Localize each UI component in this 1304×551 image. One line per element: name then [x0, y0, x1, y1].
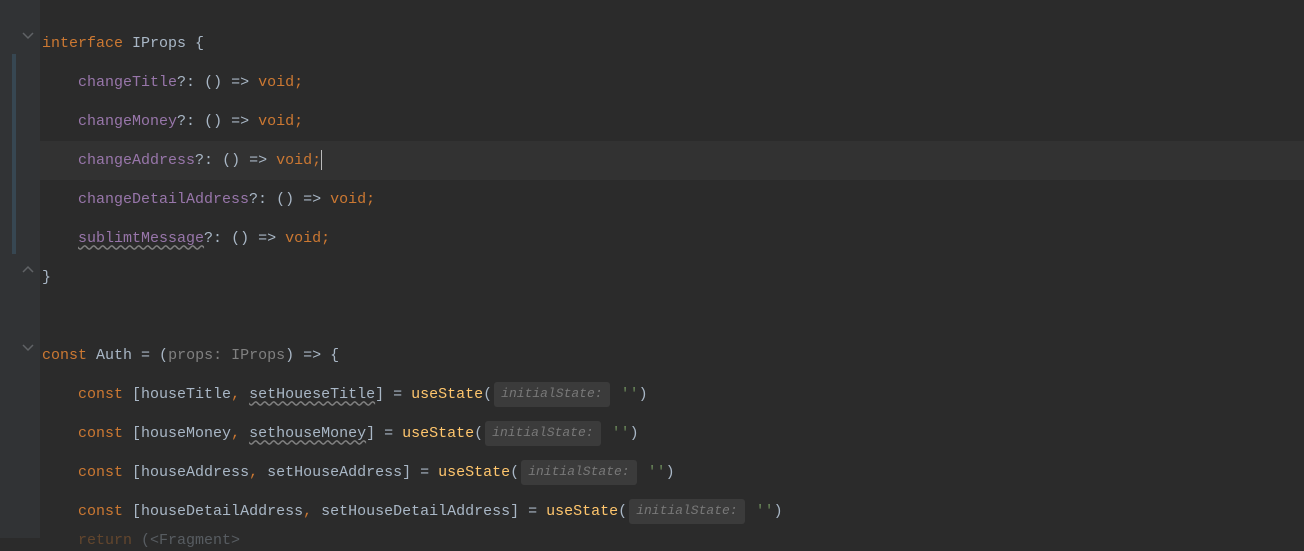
- fold-toggle-icon[interactable]: [22, 342, 34, 354]
- change-marker: [12, 54, 16, 254]
- code-line-cutoff[interactable]: return (<Fragment>: [40, 531, 1304, 551]
- function-call: useState: [402, 422, 474, 446]
- code-line[interactable]: const [houseTitle, setHoueseTitle] = use…: [40, 375, 1304, 414]
- brace: {: [186, 32, 204, 56]
- function-call: useState: [546, 500, 618, 524]
- code-line[interactable]: }: [40, 258, 1304, 297]
- code-line-empty[interactable]: [40, 297, 1304, 336]
- code-line[interactable]: changeDetailAddress?: () => void;: [40, 180, 1304, 219]
- text-caret: [321, 150, 322, 170]
- keyword: const: [42, 344, 87, 368]
- property-name: changeMoney: [78, 110, 177, 134]
- code-line[interactable]: changeTitle?: () => void;: [40, 63, 1304, 102]
- code-editor[interactable]: interface IProps { changeTitle?: () => v…: [40, 0, 1304, 538]
- code-line[interactable]: const [houseDetailAddress, setHouseDetai…: [40, 492, 1304, 531]
- param-name: props: [168, 344, 213, 368]
- brace: }: [42, 266, 51, 290]
- code-line-current[interactable]: changeAddress?: () => void;: [40, 141, 1304, 180]
- fold-toggle-icon[interactable]: [22, 30, 34, 42]
- code-line[interactable]: const [houseMoney, sethouseMoney] = useS…: [40, 414, 1304, 453]
- identifier-typo: sethouseMoney: [249, 422, 366, 446]
- property-name: changeTitle: [78, 71, 177, 95]
- function-call: useState: [438, 461, 510, 485]
- property-name-typo: sublimtMessage: [78, 227, 204, 251]
- property-name: changeAddress: [78, 149, 195, 173]
- parameter-hint: initialState:: [494, 382, 609, 407]
- code-line[interactable]: sublimtMessage?: () => void;: [40, 219, 1304, 258]
- const-name: Auth: [87, 344, 141, 368]
- code-line[interactable]: changeMoney?: () => void;: [40, 102, 1304, 141]
- property-name: changeDetailAddress: [78, 188, 249, 212]
- parameter-hint: initialState:: [629, 499, 744, 524]
- editor-gutter: [0, 0, 40, 538]
- code-line[interactable]: const Auth = (props: IProps) => {: [40, 336, 1304, 375]
- code-line[interactable]: const [houseAddress, setHouseAddress] = …: [40, 453, 1304, 492]
- code-line[interactable]: interface IProps {: [40, 24, 1304, 63]
- type-name: IProps: [132, 32, 186, 56]
- identifier-typo: setHoueseTitle: [249, 383, 375, 407]
- parameter-hint: initialState:: [485, 421, 600, 446]
- parameter-hint: initialState:: [521, 460, 636, 485]
- keyword: interface: [42, 32, 123, 56]
- function-call: useState: [411, 383, 483, 407]
- fold-toggle-icon[interactable]: [22, 264, 34, 276]
